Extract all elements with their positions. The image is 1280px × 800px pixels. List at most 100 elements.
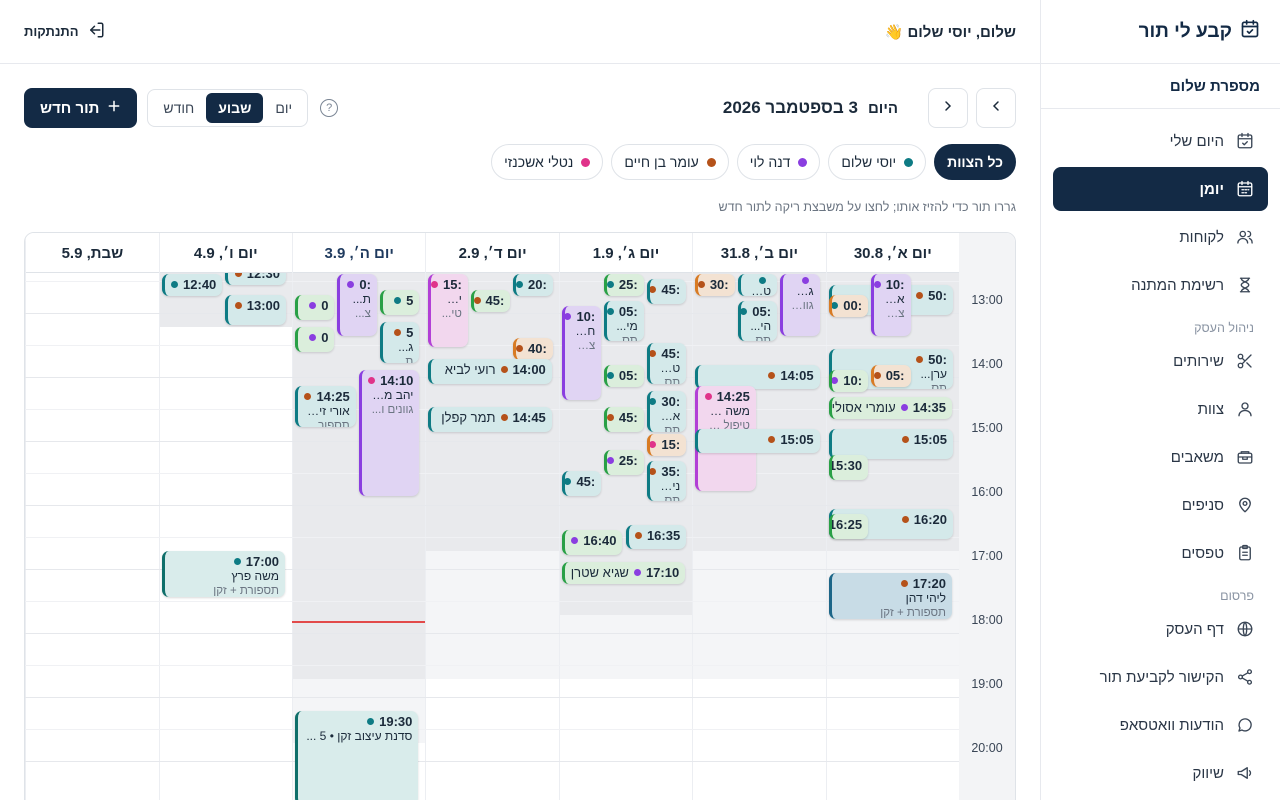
appointment-card[interactable]: 14:00 רועי לביא <box>428 359 552 385</box>
sidebar-item-calendar[interactable]: יומן <box>1053 167 1268 211</box>
sidebar-item-user[interactable]: צוות <box>1053 387 1268 431</box>
appointment-card[interactable]: 14:35 עומרי אסולין <box>828 396 952 419</box>
staff-filter-chip[interactable]: דנה לוי <box>736 144 821 180</box>
appointment-client: סדנת עיצוב זקן • 5 ... <box>306 729 413 744</box>
next-button[interactable] <box>928 88 968 128</box>
sidebar-item-share[interactable]: הקישור לקביעת תור <box>1053 655 1268 699</box>
half-hour-line <box>25 473 959 475</box>
appointment-card[interactable]: :25 <box>604 450 644 475</box>
appointment-card[interactable]: 16:25 <box>828 514 869 539</box>
sidebar-item-label: יומן <box>1199 180 1224 198</box>
sidebar-item-hourglass[interactable]: רשימת המתנה <box>1053 263 1268 307</box>
sidebar-item-users[interactable]: לקוחות <box>1053 215 1268 259</box>
appointment-time-row: :15 <box>431 277 462 292</box>
appointment-card[interactable]: גא... גוונ... <box>780 274 820 337</box>
appointment-card[interactable]: :00 <box>828 295 869 318</box>
appointment-card[interactable]: 17:20 ליהי דהן תספורת + זקן <box>828 572 952 619</box>
appointment-card[interactable]: :45 <box>646 279 687 305</box>
view-option[interactable]: יום <box>263 93 304 123</box>
sidebar-item-scissors[interactable]: שירותים <box>1053 339 1268 383</box>
staff-filter-chip[interactable]: נטלי אשכנזי <box>491 144 604 180</box>
appointment-card[interactable]: :35 ניר... תס <box>646 460 687 502</box>
appointment-time-row: :45 <box>649 346 680 361</box>
sidebar-item-calendar-check[interactable]: היום שלי <box>1053 119 1268 163</box>
appointment-card[interactable]: 17:10 שגיא שטרן <box>561 562 686 585</box>
appointment-card[interactable]: :10אבי...צב... <box>871 274 911 337</box>
appointment-card[interactable]: 0 <box>295 327 335 353</box>
appointment-card[interactable]: :10 חן ... צב... <box>561 306 602 401</box>
appointment-card[interactable]: :45 <box>561 471 602 497</box>
appointment-card[interactable]: טל...תס <box>737 274 778 297</box>
appointment-card[interactable]: :45 <box>470 290 511 313</box>
prev-button[interactable] <box>976 88 1016 128</box>
appointment-card[interactable]: 12:30 <box>225 273 286 286</box>
sidebar-item-whatsapp[interactable]: הודעות וואטסאפ <box>1053 703 1268 747</box>
sidebar-item-map-pin[interactable]: סניפים <box>1053 483 1268 527</box>
appointment-time-row: :35 <box>649 464 680 479</box>
help-icon[interactable]: ? <box>320 99 339 117</box>
appointment-card[interactable]: :40 <box>513 338 553 361</box>
appointment-card[interactable]: :25 <box>604 274 644 297</box>
appointment-card[interactable]: :30 אל... תס <box>646 391 687 433</box>
appointment-client: ת... <box>352 292 371 307</box>
appointment-card[interactable]: 15:05 <box>828 428 953 459</box>
appointment-time-row: 15:05 <box>706 431 814 447</box>
view-option[interactable]: חודש <box>151 93 206 123</box>
appointment-card[interactable]: 15:30 <box>828 455 869 481</box>
appointment-card[interactable]: :05 הי... תס <box>737 300 778 342</box>
staff-filter-chip[interactable]: כל הצוות <box>934 144 1016 180</box>
appointment-card[interactable]: 12:40 <box>161 274 223 297</box>
appointment-card[interactable]: :45 טל... תס <box>646 343 687 385</box>
appointment-card[interactable]: 19:30 סדנת עיצוב זקן • 5 ... <box>295 711 419 800</box>
appointment-card[interactable]: :15 <box>646 434 687 457</box>
appointment-card[interactable]: 14:10 יהב מל... גוונים ו... <box>358 370 420 497</box>
staff-dot <box>900 403 908 411</box>
sidebar-item-megaphone[interactable]: שיווק <box>1053 751 1268 795</box>
staff-dot <box>768 435 776 443</box>
appointment-card[interactable]: :05 <box>604 364 644 387</box>
calendar-body[interactable]: 13:00 14:00 15:00 16:00 17:00 18:00 19:00 20:00… <box>25 273 1015 800</box>
appointment-time-row: 15:05 <box>840 432 947 447</box>
appointment-time-row <box>749 277 771 285</box>
new-appointment-button[interactable]: תור חדש <box>24 88 138 128</box>
staff-dot <box>831 377 839 385</box>
appointment-card[interactable]: 15:05 <box>695 428 820 454</box>
appointment-time-row: 14:25 <box>304 389 350 404</box>
appointment-card[interactable]: 16:40 <box>561 530 623 555</box>
hour-line <box>25 697 959 699</box>
view-option[interactable]: שבוע <box>206 93 264 123</box>
appointment-card[interactable]: :10 <box>828 370 869 393</box>
appointment-card[interactable]: :20 <box>513 274 553 297</box>
staff-dot <box>634 531 642 539</box>
sidebar-item-box[interactable]: משאבים <box>1053 435 1268 479</box>
staff-filter-label: עומר בן חיים <box>624 154 699 170</box>
appointment-card[interactable]: 5 ג... ת <box>379 322 420 363</box>
appointment-card[interactable]: :15 יהו... טי... <box>428 274 468 347</box>
appointment-card[interactable]: :30 <box>695 274 735 297</box>
appointment-card[interactable]: 0 <box>295 295 335 321</box>
appointment-card[interactable]: 5 <box>379 290 420 315</box>
sidebar-item-globe[interactable]: דף העסק <box>1053 607 1268 651</box>
appointment-card[interactable]: :05 <box>871 364 911 387</box>
logout-button[interactable]: התנתקות <box>24 21 105 42</box>
appointment-card[interactable]: 14:45 תמר קפלן <box>428 407 552 433</box>
hourglass-icon <box>1236 276 1254 294</box>
appointment-card[interactable]: :05 מי... תס <box>604 300 644 342</box>
staff-dot <box>607 307 614 315</box>
appointment-card[interactable]: :45 <box>604 407 644 433</box>
brand[interactable]: קבע לי תור <box>1041 0 1280 64</box>
appointment-time: 15:05 <box>780 431 814 447</box>
appointment-card[interactable]: 16:35 <box>625 524 687 550</box>
appointment-card[interactable]: 14:25 אורי זיל... תספור <box>295 386 356 427</box>
appointment-card[interactable]: :0 ת... צ... <box>337 274 377 337</box>
staff-filter-chip[interactable]: יוסי שלום <box>828 144 927 180</box>
day-header: יום ב׳, 31.8 <box>692 233 825 273</box>
staff-dot <box>759 277 767 285</box>
appointment-card[interactable]: 13:00 <box>225 295 286 326</box>
appointment-card[interactable]: 17:00 משה פרץ תספורת + זקן <box>161 551 285 598</box>
appointment-time: 17:20 <box>912 575 946 591</box>
sidebar-item-clipboard[interactable]: טפסים <box>1053 531 1268 575</box>
today-button[interactable]: היום <box>868 100 898 117</box>
staff-filter-chip[interactable]: עומר בן חיים <box>611 144 729 180</box>
appointment-client: אל... <box>657 409 681 424</box>
